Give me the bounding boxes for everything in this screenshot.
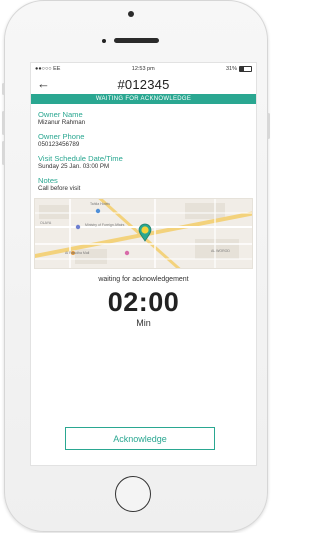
app-screen: ●●○○○ EE 12:53 pm 31% ← #012345 WAITING … xyxy=(30,62,257,466)
home-button[interactable] xyxy=(115,476,151,512)
owner-phone-label: Owner Phone xyxy=(38,132,85,141)
map-label-olaya: OLAYA xyxy=(40,221,52,225)
volume-up-button xyxy=(2,111,5,135)
volume-down-button xyxy=(2,141,5,165)
status-bar: ●●○○○ EE 12:53 pm 31% xyxy=(31,63,256,74)
acknowledge-button[interactable]: Acknowledge xyxy=(65,427,215,450)
owner-name-label: Owner Name xyxy=(38,110,83,119)
sensor-dot xyxy=(102,39,106,43)
order-id-title: #012345 xyxy=(117,76,170,92)
location-map[interactable]: Tahlia Hotels Ministry of Foreign Affair… xyxy=(34,198,253,269)
owner-name-value: Mizanur Rahman xyxy=(38,119,86,126)
back-arrow-icon[interactable]: ← xyxy=(37,77,50,90)
visit-details: Owner Name Mizanur Rahman Owner Phone 05… xyxy=(31,104,256,193)
power-button xyxy=(267,113,270,139)
visit-schedule-label: Visit Schedule Date/Time xyxy=(38,154,123,163)
battery-status: 31% xyxy=(225,65,252,72)
map-label-district: AL WOROD xyxy=(211,249,230,253)
earpiece-speaker xyxy=(114,38,159,43)
battery-percent: 31% xyxy=(225,65,237,72)
carrier-label: ●●○○○ EE xyxy=(35,65,61,72)
countdown-timer: 02:00 xyxy=(107,287,180,317)
waiting-caption: waiting for acknowledgement xyxy=(98,276,189,283)
map-label-mall: Al Rawdha Mall xyxy=(65,251,90,255)
mute-switch xyxy=(2,83,5,95)
visit-schedule-value: Sunday 25 Jan. 03:00 PM xyxy=(38,163,110,170)
status-time: 12:53 pm xyxy=(131,65,155,72)
phone-frame: ●●○○○ EE 12:53 pm 31% ← #012345 WAITING … xyxy=(2,0,270,532)
map-label-hotel: Tahlia Hotels xyxy=(90,202,111,206)
notes-value: Call before visit xyxy=(38,185,81,192)
battery-icon xyxy=(239,65,252,72)
front-camera xyxy=(128,11,134,17)
notes-label: Notes xyxy=(38,176,58,185)
map-label-ministry: Ministry of Foreign Affairs xyxy=(85,223,125,227)
header-bar: ← #012345 xyxy=(31,74,256,94)
countdown-unit: Min xyxy=(136,318,151,328)
owner-phone-value[interactable]: 050123456789 xyxy=(38,141,249,149)
status-banner: WAITING FOR ACKNOWLEDGE xyxy=(31,94,256,104)
location-pin-icon xyxy=(138,223,152,242)
